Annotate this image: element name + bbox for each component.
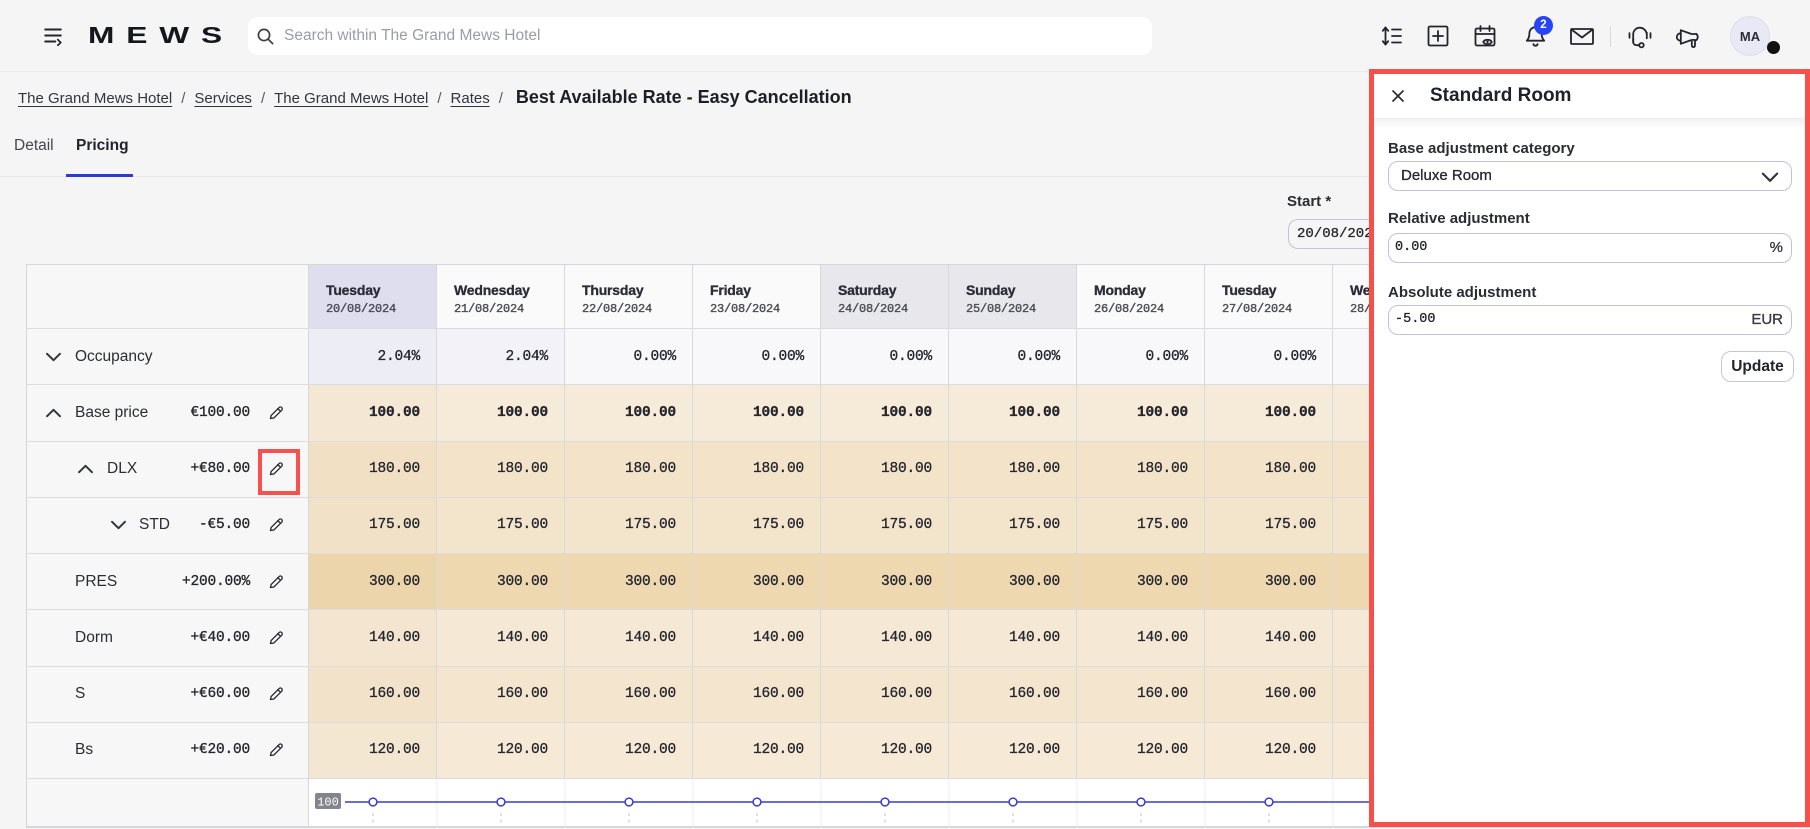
svg-text:100: 100 (317, 796, 339, 810)
